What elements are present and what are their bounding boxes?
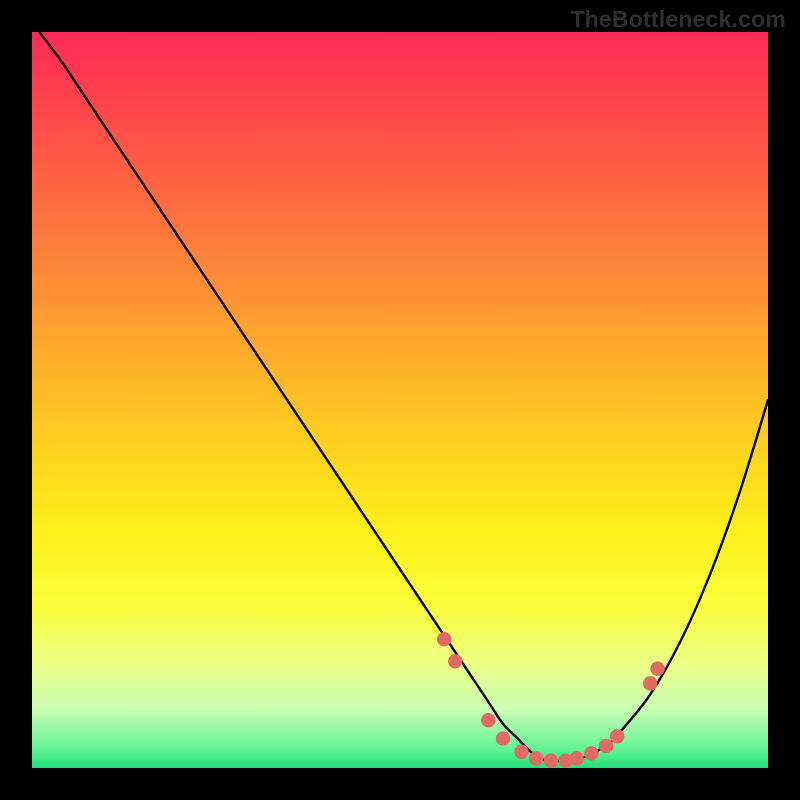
curve-marker <box>514 745 528 759</box>
curve-marker <box>643 676 657 690</box>
curve-marker <box>650 661 664 675</box>
curve-marker <box>584 746 598 760</box>
curve-layer <box>32 32 768 768</box>
curve-marker <box>496 731 510 745</box>
curve-marker <box>610 729 624 743</box>
curve-marker <box>448 654 462 668</box>
curve-marker <box>481 713 495 727</box>
bottleneck-curve <box>39 32 768 761</box>
watermark-text: TheBottleneck.com <box>570 6 786 33</box>
curve-marker <box>569 751 583 765</box>
curve-marker <box>529 751 543 765</box>
curve-marker <box>437 632 451 646</box>
chart-frame: TheBottleneck.com <box>0 0 800 800</box>
plot-area <box>32 32 768 768</box>
curve-marker <box>599 739 613 753</box>
curve-markers <box>437 632 665 768</box>
curve-marker <box>544 753 558 767</box>
